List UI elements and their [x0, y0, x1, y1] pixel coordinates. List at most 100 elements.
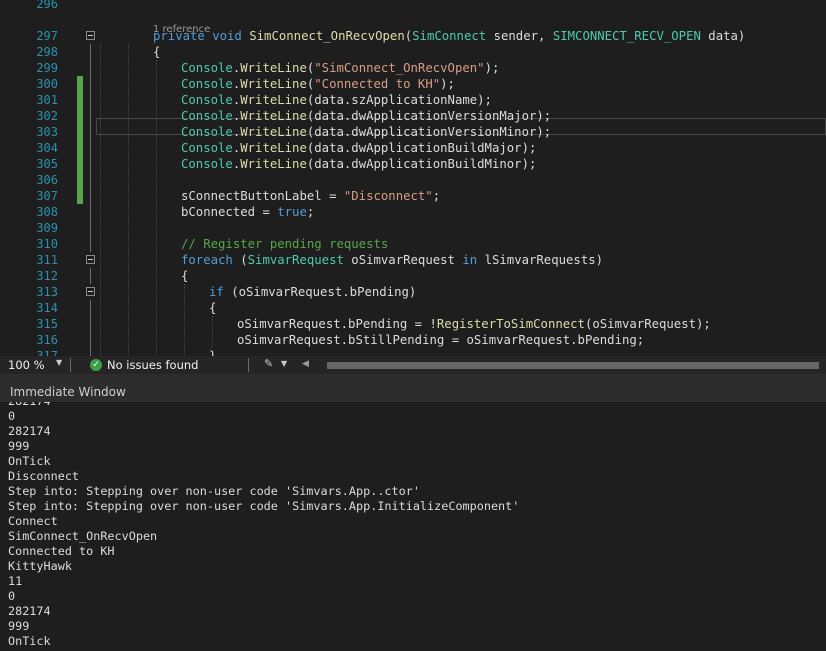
code-line[interactable]: 296 — [0, 0, 826, 12]
indent-guide — [156, 284, 157, 300]
code-token: sConnectButtonLabel = — [181, 189, 344, 203]
code-text: // Register pending requests — [181, 236, 388, 252]
code-line[interactable]: 316 oSimvarRequest.bStillPending = oSimva… — [0, 332, 826, 348]
indent-guide — [128, 60, 129, 76]
change-indicator — [77, 156, 83, 172]
code-token: (data.dwApplicationVersionMinor); — [306, 125, 552, 139]
indent-guide — [100, 348, 101, 356]
indent-guide — [100, 172, 101, 188]
brush-dropdown-icon[interactable]: ▼ — [281, 359, 287, 368]
immediate-window-title[interactable]: Immediate Window — [10, 385, 126, 399]
output-line: Connected to KH — [8, 544, 115, 558]
code-token: { — [181, 269, 189, 283]
indent-guide — [100, 236, 101, 252]
indent-guide — [156, 172, 157, 188]
outline-guide — [90, 92, 91, 108]
indent-guide — [156, 316, 157, 332]
code-line[interactable]: 306 — [0, 172, 826, 188]
collapse-icon[interactable] — [86, 287, 95, 296]
panel-splitter[interactable] — [0, 374, 826, 382]
line-number: 301 — [36, 93, 58, 107]
line-number: 309 — [36, 221, 58, 235]
indent-guide — [128, 188, 129, 204]
collapse-icon[interactable] — [86, 255, 95, 264]
code-line[interactable]: 312 { — [0, 268, 826, 284]
scroll-left-icon[interactable]: ◀ — [302, 359, 309, 369]
code-token: "Connected to KH" — [314, 77, 441, 91]
code-line[interactable]: 302 Console.WriteLine(data.dwApplicationV… — [0, 108, 826, 124]
code-token: Console — [181, 157, 233, 171]
zoom-dropdown-icon[interactable]: ▼ — [56, 358, 62, 367]
indent-guide — [128, 92, 129, 108]
code-token: { — [209, 301, 217, 315]
indent-guide — [100, 108, 101, 124]
output-line: Connect — [8, 514, 58, 528]
outline-guide — [90, 332, 91, 348]
indent-guide — [100, 60, 101, 76]
line-number: 306 — [36, 173, 58, 187]
indent-guide — [156, 252, 157, 268]
code-line[interactable]: 308 bConnected = true; — [0, 204, 826, 220]
code-line[interactable]: 317} — [0, 348, 826, 356]
line-number: 304 — [36, 141, 58, 155]
horizontal-scrollbar-thumb[interactable] — [327, 362, 819, 369]
code-line[interactable]: 299 Console.WriteLine("SimConnect_OnRecvO… — [0, 60, 826, 76]
output-line: 999 — [8, 439, 30, 453]
code-line[interactable]: 301 Console.WriteLine(data.szApplicationN… — [0, 92, 826, 108]
code-line[interactable]: 313 if (oSimvarRequest.bPending) — [0, 284, 826, 300]
code-line[interactable]: 298 { — [0, 44, 826, 60]
change-indicator — [77, 188, 83, 204]
code-line[interactable]: 303 Console.WriteLine(data.dwApplicationV… — [0, 124, 826, 140]
indent-guide — [128, 348, 129, 356]
code-line[interactable]: 300 Console.WriteLine("Connected to KH"); — [0, 76, 826, 92]
outline-guide — [90, 220, 91, 236]
indent-guide — [156, 156, 157, 172]
indent-guide — [128, 316, 129, 332]
code-line[interactable]: 304 Console.WriteLine(data.dwApplicationB… — [0, 140, 826, 156]
code-text: bConnected = true; — [181, 204, 314, 220]
line-number: 316 — [36, 333, 58, 347]
code-line[interactable]: 310 // Register pending requests — [0, 236, 826, 252]
outline-guide — [90, 60, 91, 76]
indent-guide — [184, 332, 185, 348]
zoom-level[interactable]: 100 % — [8, 358, 45, 372]
indent-guide — [156, 140, 157, 156]
code-line[interactable]: 314 { — [0, 300, 826, 316]
code-token: RegisterToSimConnect — [436, 317, 585, 331]
indent-guide — [128, 44, 129, 60]
code-token: { — [153, 45, 161, 59]
code-token: "SimConnect_OnRecvOpen" — [314, 61, 485, 75]
code-line[interactable]: 305 Console.WriteLine(data.dwApplicationB… — [0, 156, 826, 172]
outline-guide — [90, 268, 91, 284]
code-line[interactable]: 311 foreach (SimvarRequest oSimvarRequest… — [0, 252, 826, 268]
code-line[interactable]: 315 oSimvarRequest.bPending = !RegisterTo… — [0, 316, 826, 332]
immediate-window-output[interactable]: 2821740282174999OnTickDisconnectStep int… — [0, 402, 826, 651]
indent-guide — [156, 60, 157, 76]
code-line[interactable]: 309 — [0, 220, 826, 236]
code-editor[interactable]: 296 1 reference 297 private void SimConnect… — [0, 0, 826, 356]
indent-guide — [100, 220, 101, 236]
change-indicator — [77, 140, 83, 156]
code-text: Console.WriteLine(data.dwApplicationBuil… — [181, 156, 536, 172]
line-number: 313 — [36, 285, 58, 299]
code-token: Console — [181, 77, 233, 91]
line-number: 311 — [36, 253, 58, 267]
line-number: 298 — [36, 45, 58, 59]
code-token: foreach — [181, 253, 233, 267]
indent-guide — [128, 284, 129, 300]
collapse-icon[interactable] — [86, 31, 95, 40]
indent-guide — [100, 332, 101, 348]
outline-guide — [90, 188, 91, 204]
indent-guide — [212, 316, 213, 332]
code-line[interactable]: 297 private void SimConnect_OnRecvOpen(Si… — [0, 28, 826, 44]
output-line: 282174 — [8, 424, 51, 438]
outline-guide — [90, 348, 91, 356]
output-line: OnTick — [8, 454, 51, 468]
code-token: WriteLine — [240, 141, 307, 155]
line-number: 317 — [36, 349, 58, 356]
code-token: SimConnect — [412, 29, 487, 43]
issues-status[interactable]: No issues found — [107, 358, 198, 372]
code-token: WriteLine — [240, 109, 307, 123]
brush-icon[interactable]: ✎ — [264, 357, 273, 370]
code-line[interactable]: 307 sConnectButtonLabel = "Disconnect"; — [0, 188, 826, 204]
